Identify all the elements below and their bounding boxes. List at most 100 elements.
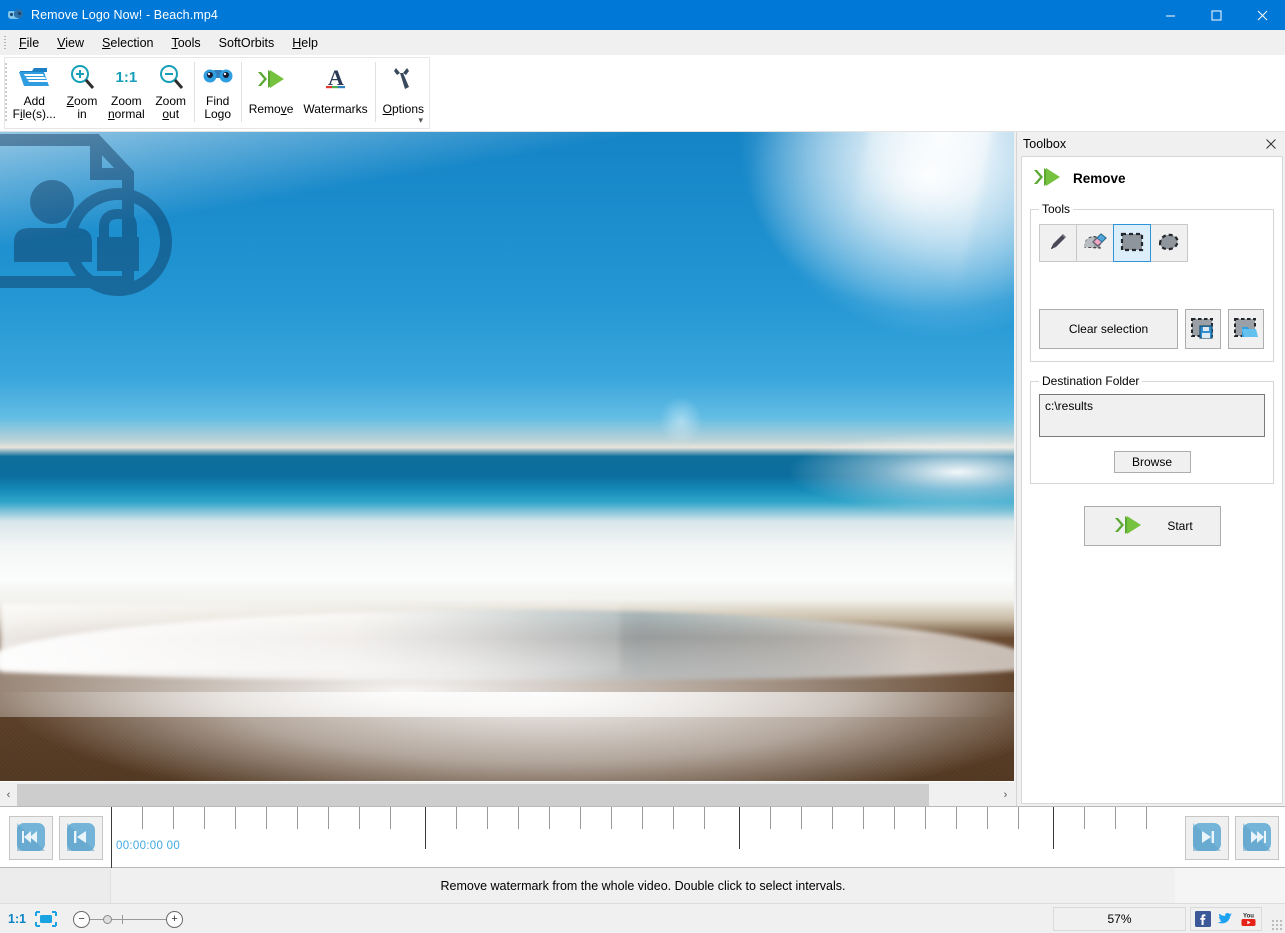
- ribbon-zoom-out-button[interactable]: Zoomout: [150, 58, 192, 128]
- video-canvas[interactable]: [0, 132, 1014, 782]
- window-controls: [1147, 0, 1285, 30]
- one-to-one-icon: 1:1: [115, 62, 137, 92]
- timeline-bar: 00:00:00 00: [0, 806, 1285, 868]
- tools-row: [1039, 224, 1265, 262]
- ribbon-zoom-in-button[interactable]: Zoomin: [61, 58, 103, 128]
- destination-folder-input[interactable]: [1039, 394, 1265, 437]
- ribbon-find-logo-line2: Logo: [204, 107, 231, 121]
- zoom-ratio-label[interactable]: 1:1: [8, 912, 26, 926]
- ribbon-add-files-button[interactable]: AddFile(s)...: [8, 58, 61, 128]
- ribbon-expand-icon[interactable]: ▾: [418, 115, 423, 126]
- ribbon-watermarks-button[interactable]: A Watermarks: [298, 58, 372, 128]
- ribbon-zoom-normal-button[interactable]: 1:1 Zoomnormal: [103, 58, 150, 128]
- start-label: Start: [1167, 519, 1192, 533]
- step-forward-icon: [1192, 822, 1222, 855]
- sea-foam-left: [0, 602, 620, 672]
- zoom-out-button[interactable]: −: [73, 911, 90, 928]
- menu-item-softorbits[interactable]: SoftOrbits: [210, 33, 284, 53]
- previous-frame-button[interactable]: [59, 816, 103, 860]
- selection-actions-row: Clear selection: [1039, 309, 1265, 349]
- tools-group: Tools: [1030, 202, 1274, 362]
- ribbon-find-logo-button[interactable]: FindLogo: [197, 58, 239, 128]
- zoom-slider-track: [85, 919, 171, 920]
- timeline-timecode: 00:00:00 00: [116, 840, 180, 852]
- status-bar: 1:1 − + 57%: [0, 903, 1285, 933]
- destination-folder-label: Destination Folder: [1039, 374, 1142, 388]
- toolbox-header: Toolbox: [1017, 132, 1285, 156]
- eraser-brush-icon: [1082, 230, 1108, 257]
- next-frame-button[interactable]: [1185, 816, 1229, 860]
- facebook-icon[interactable]: [1195, 911, 1211, 927]
- scrollbar-thumb[interactable]: [17, 784, 929, 806]
- menu-item-selection[interactable]: Selection: [93, 33, 162, 53]
- menu-item-file[interactable]: File: [10, 33, 48, 53]
- toolbox-panel: Toolbox Remove Tools: [1016, 132, 1285, 806]
- menu-item-tools[interactable]: Tools: [162, 33, 209, 53]
- menu-grip-icon: [0, 30, 10, 55]
- title-bar: Remove Logo Now! - Beach.mp4: [0, 0, 1285, 30]
- tool-rectangle-select[interactable]: [1113, 224, 1151, 262]
- twitter-icon[interactable]: [1217, 911, 1233, 927]
- tool-lasso-select[interactable]: [1150, 224, 1188, 262]
- scroll-right-arrow-icon[interactable]: ›: [997, 784, 1014, 806]
- pencil-marker-icon: [1046, 230, 1070, 257]
- go-to-end-button[interactable]: [1235, 816, 1279, 860]
- toolbox-mode-header: Remove: [1022, 157, 1282, 198]
- ribbon-separator-2: [241, 62, 242, 122]
- close-button[interactable]: [1239, 0, 1285, 30]
- hint-bar-message-area[interactable]: Remove watermark from the whole video. D…: [111, 868, 1175, 903]
- menu-item-help[interactable]: Help: [283, 33, 327, 53]
- start-button[interactable]: Start: [1084, 506, 1221, 546]
- ribbon-remove-button[interactable]: Remove: [244, 58, 299, 128]
- tool-eraser[interactable]: [1076, 224, 1114, 262]
- toolbox-title: Toolbox: [1017, 137, 1066, 151]
- tools-group-label: Tools: [1039, 202, 1073, 216]
- canvas-horizontal-scrollbar[interactable]: ‹ ›: [0, 784, 1014, 806]
- menu-item-softorbits-label: SoftOrbits: [219, 36, 275, 50]
- skip-back-icon: [16, 822, 46, 855]
- app-logo-icon: [8, 7, 24, 23]
- wrench-icon: [389, 64, 417, 94]
- zoom-slider-handle[interactable]: [103, 915, 112, 924]
- scrollbar-track[interactable]: [17, 784, 997, 806]
- ribbon-watermarks-label: Watermarks: [303, 102, 367, 116]
- save-selection-button[interactable]: [1185, 309, 1221, 349]
- toolbox-mode-title: Remove: [1073, 171, 1126, 186]
- toolbar-ribbon: AddFile(s)... Zoomin: [0, 55, 1285, 132]
- ribbon-separator-1: [194, 62, 195, 122]
- resize-grip-icon[interactable]: [1271, 919, 1283, 931]
- step-back-icon: [66, 822, 96, 855]
- start-row: Start: [1022, 506, 1282, 546]
- hint-bar-right-pad: [1175, 868, 1285, 903]
- fit-to-window-icon[interactable]: [35, 911, 57, 927]
- go-to-start-button[interactable]: [9, 816, 53, 860]
- binoculars-icon: [203, 62, 233, 92]
- load-selection-button[interactable]: [1228, 309, 1264, 349]
- clear-selection-button[interactable]: Clear selection: [1039, 309, 1178, 349]
- ribbon-separator-3: [375, 62, 376, 122]
- zoom-slider[interactable]: − +: [73, 908, 183, 930]
- minimize-button[interactable]: [1147, 0, 1193, 30]
- zoom-out-icon: [157, 62, 185, 92]
- youtube-icon[interactable]: You: [1239, 911, 1258, 927]
- menu-item-view[interactable]: View: [48, 33, 93, 53]
- ribbon-add-files-line1: Add: [24, 94, 45, 108]
- zoom-percent-field: 57%: [1053, 907, 1186, 931]
- maximize-button[interactable]: [1193, 0, 1239, 30]
- scroll-left-arrow-icon[interactable]: ‹: [0, 784, 17, 806]
- close-icon[interactable]: [1263, 136, 1279, 152]
- window-title: Remove Logo Now! - Beach.mp4: [31, 8, 218, 22]
- load-selection-icon: [1233, 316, 1259, 343]
- browse-button[interactable]: Browse: [1114, 451, 1191, 473]
- timeline-ruler[interactable]: 00:00:00 00: [111, 807, 1211, 869]
- zoom-slider-notch: [122, 915, 123, 924]
- zoom-in-button[interactable]: +: [166, 911, 183, 928]
- save-selection-icon: [1190, 316, 1216, 343]
- application-window: Remove Logo Now! - Beach.mp4 File View S…: [0, 0, 1285, 933]
- green-arrows-icon: [254, 64, 288, 94]
- rectangle-select-icon: [1119, 230, 1145, 257]
- svg-text:You: You: [1243, 914, 1254, 920]
- menu-bar: File View Selection Tools SoftOrbits Hel…: [0, 30, 1285, 55]
- hint-bar: Remove watermark from the whole video. D…: [0, 868, 1285, 903]
- tool-marker[interactable]: [1039, 224, 1077, 262]
